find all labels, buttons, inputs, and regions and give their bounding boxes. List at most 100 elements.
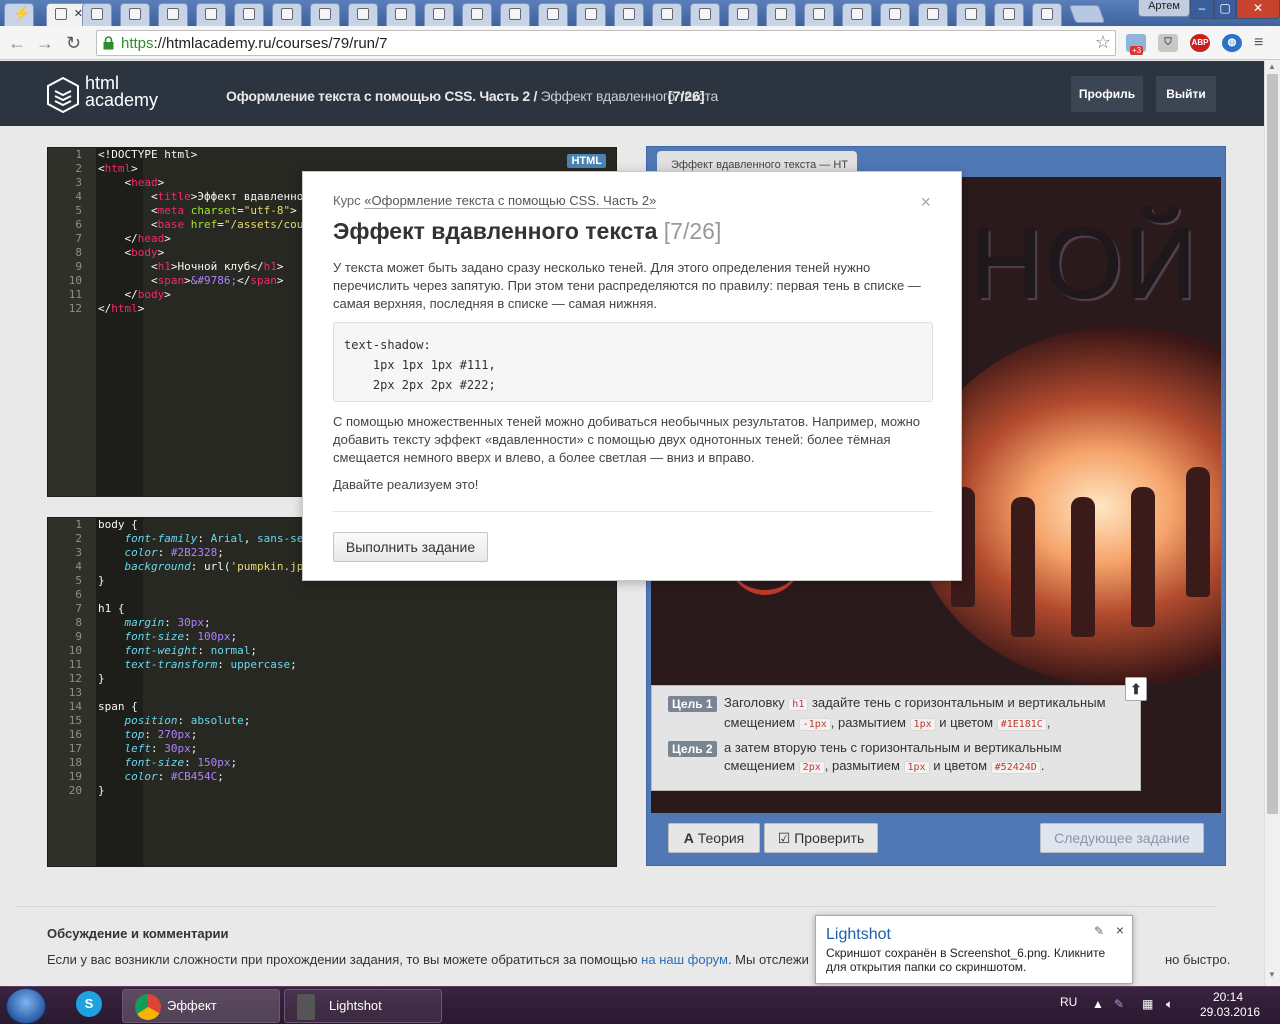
browser-tab[interactable] bbox=[956, 3, 986, 26]
scroll-thumb[interactable] bbox=[1267, 74, 1278, 814]
browser-tab[interactable]: ⚡ bbox=[4, 3, 34, 26]
course-prefix: Курс bbox=[333, 193, 361, 208]
modal-code-sample: text-shadow: 1px 1px 1px #111, 2px 2px 2… bbox=[333, 322, 933, 402]
browser-tab[interactable] bbox=[728, 3, 758, 26]
clock[interactable]: 20:14 29.03.2016 bbox=[1200, 990, 1260, 1020]
browser-tab[interactable] bbox=[766, 3, 796, 26]
modal-close-icon[interactable]: × bbox=[920, 192, 931, 213]
scroll-down-icon[interactable]: ▼ bbox=[1268, 970, 1276, 979]
shield-favicon-icon bbox=[205, 8, 217, 20]
course-name[interactable]: Оформление текста с помощью CSS. Часть 2… bbox=[226, 88, 537, 104]
modal-title-text: Эффект вдавленного текста bbox=[333, 218, 658, 244]
start-button[interactable] bbox=[6, 988, 46, 1024]
browser-tab[interactable] bbox=[348, 3, 378, 26]
goals-collapse-button[interactable]: ⬆ bbox=[1125, 677, 1147, 701]
shield-favicon-icon bbox=[965, 8, 977, 20]
shield-favicon-icon bbox=[623, 8, 635, 20]
browser-tab[interactable] bbox=[842, 3, 872, 26]
shield-favicon-icon bbox=[167, 8, 179, 20]
line-number: 15 bbox=[68, 714, 82, 727]
browser-tab[interactable] bbox=[880, 3, 910, 26]
check-button[interactable]: ☑ Проверить bbox=[764, 823, 878, 853]
line-number: 8 bbox=[75, 246, 82, 259]
page-scrollbar[interactable]: ▲ ▼ bbox=[1264, 60, 1280, 986]
back-arrow-icon[interactable]: ← bbox=[8, 33, 26, 54]
network-icon[interactable]: ▦ bbox=[1142, 997, 1153, 1011]
browser-tab[interactable] bbox=[690, 3, 720, 26]
new-tab-button[interactable] bbox=[1068, 5, 1106, 23]
lock-icon bbox=[103, 36, 114, 50]
browser-tab[interactable] bbox=[538, 3, 568, 26]
browser-tab[interactable] bbox=[424, 3, 454, 26]
lightshot-notification[interactable]: Lightshot Скриншот сохранён в Screenshot… bbox=[815, 915, 1133, 984]
adblock-extension-icon[interactable]: ABP bbox=[1190, 34, 1210, 52]
chrome-user-badge[interactable]: Артем bbox=[1138, 0, 1190, 17]
skype-icon[interactable]: S bbox=[76, 991, 102, 1017]
browser-tab[interactable] bbox=[918, 3, 948, 26]
next-task-button[interactable]: Следующее задание bbox=[1040, 823, 1204, 853]
shield-favicon-icon bbox=[775, 8, 787, 20]
logo-text[interactable]: html academy bbox=[85, 74, 158, 109]
window-close-button[interactable]: ✕ bbox=[1236, 0, 1280, 19]
browser-tab[interactable] bbox=[994, 3, 1024, 26]
modal-title: Эффект вдавленного текста [7/26] bbox=[333, 218, 721, 245]
line-number: 17 bbox=[68, 742, 82, 755]
browser-tab[interactable] bbox=[310, 3, 340, 26]
browser-tab[interactable] bbox=[120, 3, 150, 26]
line-number: 20 bbox=[68, 784, 82, 797]
goal-2-label: Цель 2 bbox=[668, 741, 717, 757]
shield-favicon-icon bbox=[927, 8, 939, 20]
browser-tab[interactable] bbox=[462, 3, 492, 26]
clock-time: 20:14 bbox=[1212, 990, 1244, 1004]
browser-tab[interactable] bbox=[234, 3, 264, 26]
browser-tab[interactable] bbox=[804, 3, 834, 26]
volume-icon[interactable]: 🔈︎ bbox=[1166, 997, 1173, 1012]
forward-arrow-icon[interactable]: → bbox=[36, 33, 54, 54]
logout-button[interactable]: Выйти bbox=[1156, 76, 1216, 112]
line-number: 7 bbox=[75, 232, 82, 245]
do-task-button[interactable]: Выполнить задание bbox=[333, 532, 488, 562]
browser-tab[interactable] bbox=[158, 3, 188, 26]
line-number: 10 bbox=[68, 274, 82, 287]
globe-extension-icon[interactable]: ◍ bbox=[1222, 34, 1242, 52]
taskbar-lightshot-item[interactable]: Lightshot bbox=[284, 989, 442, 1023]
tray-expand-icon[interactable]: ▲ bbox=[1092, 997, 1104, 1011]
line-number: 13 bbox=[68, 686, 82, 699]
taskbar-chrome-item[interactable]: Эффект вдавлен... bbox=[122, 989, 280, 1023]
browser-tab[interactable] bbox=[500, 3, 530, 26]
pin-icon[interactable]: ✎ bbox=[1094, 924, 1104, 938]
lightshot-message[interactable]: Скриншот сохранён в Screenshot_6.png. Кл… bbox=[826, 946, 1126, 974]
menu-icon[interactable]: ≡ bbox=[1254, 34, 1263, 52]
theory-button[interactable]: A Теория bbox=[668, 823, 760, 853]
modal-paragraph-1: У текста может быть задано сразу несколь… bbox=[333, 260, 921, 311]
browser-tab[interactable] bbox=[272, 3, 302, 26]
browser-tab[interactable] bbox=[614, 3, 644, 26]
modal-step-count: [7/26] bbox=[663, 218, 722, 244]
browser-tab-strip: ⚡ ✕ bbox=[0, 0, 1280, 26]
bookmark-star-icon[interactable]: ☆ bbox=[1095, 32, 1111, 53]
course-link[interactable]: «Оформление текста с помощью CSS. Часть … bbox=[364, 193, 657, 209]
profile-button[interactable]: Профиль bbox=[1071, 76, 1143, 112]
browser-tab[interactable] bbox=[652, 3, 682, 26]
window-minimize-button[interactable]: – bbox=[1190, 0, 1214, 19]
address-bar[interactable]: https://htmlacademy.ru/courses/79/run/7 … bbox=[96, 30, 1116, 56]
browser-tab[interactable] bbox=[196, 3, 226, 26]
lightshot-close-icon[interactable]: × bbox=[1116, 922, 1124, 938]
browser-toolbar: ← → ↻ https://htmlacademy.ru/courses/79/… bbox=[0, 26, 1280, 60]
shield-favicon-icon bbox=[129, 8, 141, 20]
line-number: 11 bbox=[68, 658, 82, 671]
browser-tab[interactable] bbox=[386, 3, 416, 26]
reload-icon[interactable]: ↻ bbox=[66, 33, 81, 54]
browser-tab[interactable] bbox=[1032, 3, 1062, 26]
theory-label: Теория bbox=[697, 830, 745, 846]
lightshot-tray-icon[interactable]: ✎ bbox=[1114, 997, 1124, 1011]
window-maximize-button[interactable]: ▢ bbox=[1214, 0, 1236, 19]
htmlacademy-logo-icon[interactable] bbox=[47, 77, 79, 113]
browser-tab[interactable] bbox=[82, 3, 112, 26]
chrome-icon bbox=[135, 994, 161, 1020]
scroll-up-icon[interactable]: ▲ bbox=[1268, 62, 1276, 71]
shield-extension-icon[interactable]: ⛉ bbox=[1158, 34, 1178, 52]
language-indicator[interactable]: RU bbox=[1060, 995, 1077, 1009]
browser-tab[interactable] bbox=[576, 3, 606, 26]
forum-link[interactable]: на наш форум bbox=[641, 952, 728, 967]
